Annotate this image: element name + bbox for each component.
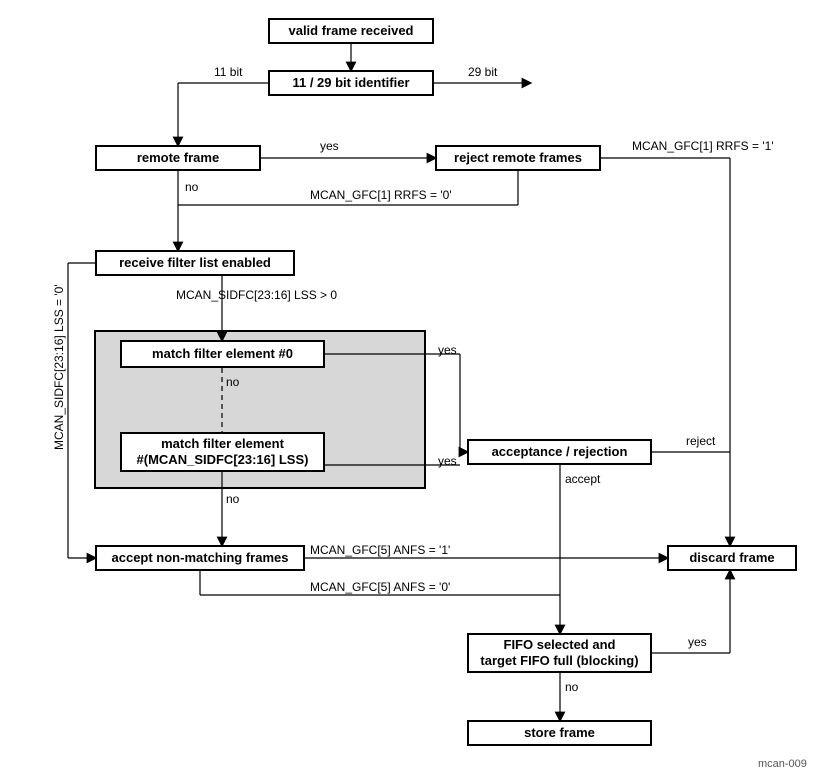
label-lss-gt0: MCAN_SIDFC[23:16] LSS > 0: [176, 288, 337, 302]
label-no-matchn: no: [226, 492, 239, 506]
label-yes-match0: yes: [438, 343, 457, 357]
box-match-n: match filter element #(MCAN_SIDFC[23:16]…: [120, 432, 325, 472]
label-29bit: 29 bit: [468, 65, 497, 79]
label-anfs1: MCAN_GFC[5] ANFS = '1': [310, 543, 450, 557]
box-accept-nonmatch: accept non-matching frames: [95, 545, 305, 571]
box-identifier: 11 / 29 bit identifier: [268, 70, 434, 96]
label-reject: reject: [686, 434, 715, 448]
label-lss-eq0: MCAN_SIDFC[23:16] LSS = '0': [52, 284, 66, 450]
label-yes-fifo: yes: [688, 635, 707, 649]
footer-id: mcan-009: [758, 758, 807, 770]
box-store: store frame: [467, 720, 652, 746]
label-no-fifo: no: [565, 680, 578, 694]
label-accept: accept: [565, 472, 600, 486]
label-yes-remote: yes: [320, 139, 339, 153]
box-fifo: FIFO selected and target FIFO full (bloc…: [467, 633, 652, 673]
label-rrfs0: MCAN_GFC[1] RRFS = '0': [310, 188, 452, 202]
label-yes-matchn: yes: [438, 454, 457, 468]
box-reject-remote: reject remote frames: [435, 145, 601, 171]
label-rrfs1: MCAN_GFC[1] RRFS = '1': [632, 139, 774, 153]
box-match-0: match filter element #0: [120, 340, 325, 368]
box-acceptance-rejection: acceptance / rejection: [467, 439, 652, 465]
label-anfs0: MCAN_GFC[5] ANFS = '0': [310, 580, 450, 594]
label-no-match0: no: [226, 375, 239, 389]
box-filter-enabled: receive filter list enabled: [95, 250, 295, 276]
box-valid-frame: valid frame received: [268, 18, 434, 44]
box-discard: discard frame: [667, 545, 797, 571]
flowchart-canvas: valid frame received 11 / 29 bit identif…: [0, 0, 825, 778]
label-11bit: 11 bit: [214, 65, 242, 79]
box-remote-frame: remote frame: [95, 145, 261, 171]
label-no-remote: no: [185, 180, 198, 194]
